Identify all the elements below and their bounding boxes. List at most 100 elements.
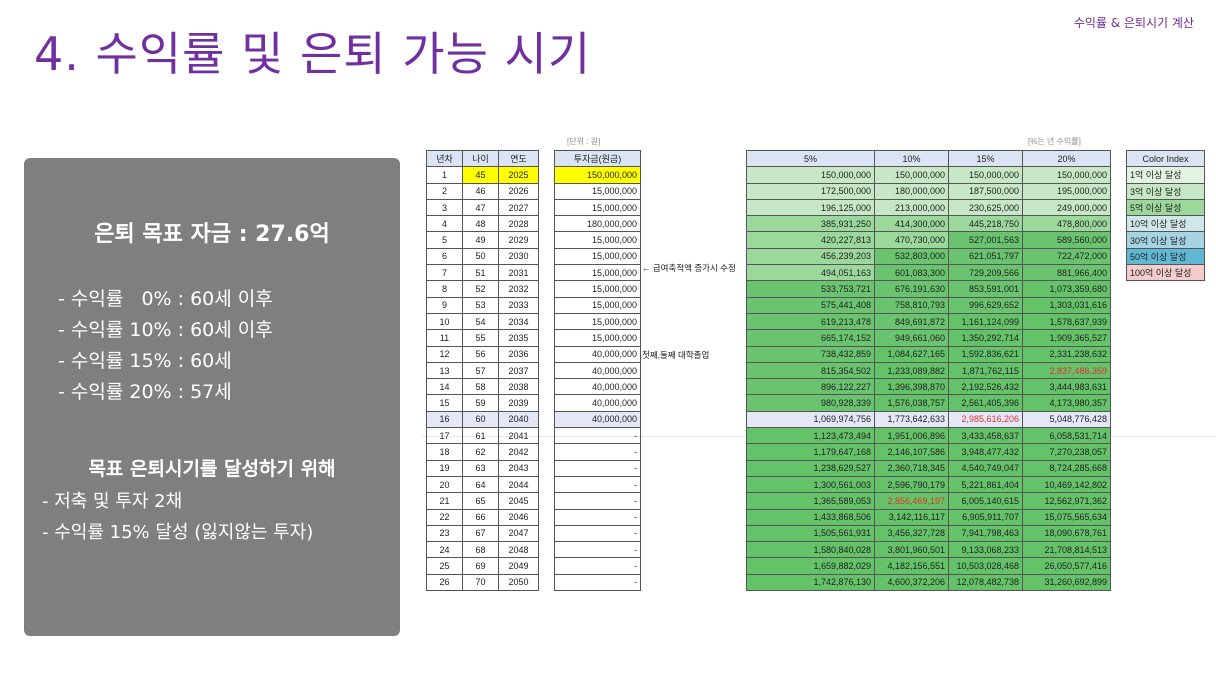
- return-cell: 213,000,000: [874, 198, 949, 217]
- return-cell: 729,209,566: [948, 264, 1023, 282]
- age-cell: 58: [462, 378, 499, 396]
- return-cell: 10,469,142,802: [1022, 475, 1111, 494]
- return-cell: 12,078,482,738: [948, 573, 1023, 592]
- investment-cell: 15,000,000: [554, 296, 641, 314]
- year-cell: 2035: [498, 329, 539, 347]
- investment-cell: 15,000,000: [554, 247, 641, 266]
- return-cell: 180,000,000: [874, 182, 949, 200]
- color-index-item: 3억 이상 달성: [1126, 182, 1205, 200]
- return-cell: 527,001,563: [948, 231, 1023, 249]
- return-cell: 1,951,006,896: [874, 427, 949, 445]
- age-cell: 60: [462, 410, 499, 429]
- investment-cell: 180,000,000: [554, 215, 641, 233]
- investment-cell: 40,000,000: [554, 394, 641, 412]
- return-cell: 676,191,630: [874, 280, 949, 298]
- retirement-goal: 은퇴 목표 자금 : 27.6억: [94, 222, 330, 247]
- return-cell: 849,691,872: [874, 312, 949, 331]
- return-cell: 4,182,156,551: [874, 557, 949, 575]
- year-cell: 2046: [498, 508, 539, 526]
- annotation-salary: ← 급여축적액 증가시 수정: [642, 263, 736, 273]
- year-index-cell: 14: [426, 378, 463, 396]
- return-cell: 1,069,974,756: [746, 410, 875, 429]
- header-rate-10: 10%: [874, 149, 949, 168]
- year-index-cell: 22: [426, 508, 463, 526]
- age-cell: 69: [462, 557, 499, 575]
- return-cell: 18,090,678,761: [1022, 524, 1111, 543]
- return-cell: 2,192,526,432: [948, 378, 1023, 396]
- year-index-cell: 7: [426, 264, 463, 282]
- return-cell: 1,179,647,168: [746, 443, 875, 461]
- age-cell: 57: [462, 361, 499, 380]
- year-index-cell: 23: [426, 524, 463, 543]
- return-cell: 1,073,359,680: [1022, 280, 1111, 298]
- return-cell: 1,580,840,028: [746, 541, 875, 559]
- color-index-item: 100억 이상 달성: [1126, 264, 1205, 282]
- return-cell: 2,146,107,586: [874, 443, 949, 461]
- age-cell: 68: [462, 541, 499, 559]
- year-index-cell: 1: [426, 166, 463, 184]
- summary-panel: 은퇴 목표 자금 : 27.6억 - 수익률 0% : 60세 이후 - 수익률…: [24, 158, 400, 636]
- page-title: 4. 수익률 및 은퇴 가능 시기: [34, 27, 592, 81]
- rate-note: [%는 년 수익률]: [1028, 137, 1081, 146]
- return-cell: 738,432,859: [746, 345, 875, 363]
- return-cell: 1,084,627,165: [874, 345, 949, 363]
- return-cell: 2,360,718,345: [874, 459, 949, 477]
- return-cell: 195,000,000: [1022, 182, 1111, 200]
- investment-cell: 15,000,000: [554, 280, 641, 298]
- header-year-index: 년차: [426, 149, 463, 168]
- investment-table: 투자금(원금) 150,000,000 15,000,000 15,000,000 1…: [554, 149, 641, 592]
- return-cell: 5,221,861,404: [948, 475, 1023, 494]
- age-cell: 67: [462, 524, 499, 543]
- return-cell: 2,837,486,359: [1022, 361, 1111, 380]
- year-index-cell: 13: [426, 361, 463, 380]
- year-index-cell: 24: [426, 541, 463, 559]
- investment-cell: -: [554, 508, 641, 526]
- year-cell: 2026: [498, 182, 539, 200]
- return-cell: 1,238,629,527: [746, 459, 875, 477]
- return-cell: 1,505,561,931: [746, 524, 875, 543]
- investment-cell: -: [554, 443, 641, 461]
- investment-cell: 40,000,000: [554, 378, 641, 396]
- return-cell: 150,000,000: [1022, 166, 1111, 184]
- color-index-item: 5억 이상 달성: [1126, 198, 1205, 217]
- year-index-cell: 17: [426, 427, 463, 445]
- return-cell: 5,048,776,428: [1022, 410, 1111, 429]
- unit-note: [단위 : 원]: [567, 137, 601, 146]
- year-cell: 2049: [498, 557, 539, 575]
- annotation-graduation: 첫째,둘째 대학졸업: [642, 350, 710, 360]
- age-cell: 52: [462, 280, 499, 298]
- year-cell: 2036: [498, 345, 539, 363]
- age-cell: 65: [462, 492, 499, 510]
- age-cell: 45: [462, 166, 499, 184]
- return-cell: 6,058,531,714: [1022, 427, 1111, 445]
- age-cell: 48: [462, 215, 499, 233]
- year-index-cell: 15: [426, 394, 463, 412]
- year-cell: 2032: [498, 280, 539, 298]
- age-cell: 64: [462, 475, 499, 494]
- return-cell: 1,123,473,494: [746, 427, 875, 445]
- return-cell: 6,005,140,615: [948, 492, 1023, 510]
- age-cell: 54: [462, 312, 499, 331]
- color-index-item: 30억 이상 달성: [1126, 231, 1205, 249]
- year-index-cell: 12: [426, 345, 463, 363]
- section-label: 수익률 & 은퇴시기 계산: [1073, 16, 1194, 30]
- return-cell: 1,300,561,003: [746, 475, 875, 494]
- year-table: 년차 나이 연도 1 45 2025 2 46 2026 3 47 2027 4 48 2028 5 49…: [426, 149, 539, 592]
- year-cell: 2029: [498, 231, 539, 249]
- year-cell: 2039: [498, 394, 539, 412]
- year-cell: 2040: [498, 410, 539, 429]
- age-cell: 63: [462, 459, 499, 477]
- returns-table: 5% 10% 15% 20% 150,000,000 150,000,000 150…: [746, 149, 1111, 592]
- color-index-item: 10억 이상 달성: [1126, 215, 1205, 233]
- return-cell: 589,560,000: [1022, 231, 1111, 249]
- rate-item: - 수익률 0% : 60세 이후: [58, 288, 273, 310]
- year-index-cell: 6: [426, 247, 463, 266]
- return-cell: 1,578,637,939: [1022, 312, 1111, 331]
- return-cell: 249,000,000: [1022, 198, 1111, 217]
- age-cell: 62: [462, 443, 499, 461]
- year-cell: 2044: [498, 475, 539, 494]
- year-cell: 2028: [498, 215, 539, 233]
- return-cell: 1,396,398,870: [874, 378, 949, 396]
- year-cell: 2033: [498, 296, 539, 314]
- return-cell: 445,218,750: [948, 215, 1023, 233]
